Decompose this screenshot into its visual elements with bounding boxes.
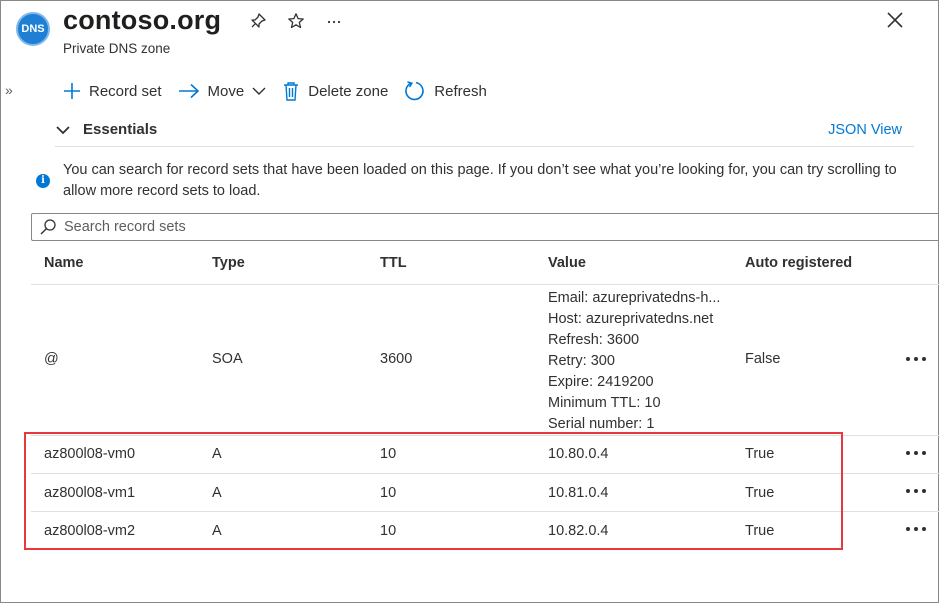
- soa-host: Host: azureprivatedns.net: [548, 311, 714, 327]
- record-value: 10.82.0.4: [548, 523, 609, 539]
- record-type: A: [212, 523, 222, 539]
- record-value: 10.80.0.4: [548, 446, 609, 462]
- record-name: az800l08-vm1: [44, 485, 136, 501]
- record-ttl: 3600: [380, 351, 413, 367]
- record-name: az800l08-vm0: [44, 446, 136, 462]
- record-auto-registered: True: [745, 485, 775, 501]
- record-name: az800l08-vm2: [44, 523, 136, 539]
- info-icon: i: [36, 174, 50, 188]
- column-header-name[interactable]: Name: [44, 255, 84, 271]
- add-record-set-button[interactable]: Record set: [63, 82, 162, 100]
- record-value: 10.81.0.4: [548, 485, 609, 501]
- row-divider: [31, 473, 939, 474]
- trash-icon: [284, 82, 299, 101]
- delete-zone-label: Delete zone: [308, 82, 389, 100]
- record-ttl: 10: [380, 523, 397, 539]
- move-button[interactable]: Move: [178, 83, 267, 100]
- essentials-label: Essentials: [83, 121, 158, 138]
- row-divider: [31, 511, 939, 512]
- json-view-link[interactable]: JSON View: [828, 122, 902, 138]
- page-title: contoso.org: [63, 5, 222, 35]
- refresh-label: Refresh: [434, 82, 487, 100]
- row-more-icon[interactable]: [903, 520, 929, 538]
- soa-minimum-ttl: Minimum TTL: 10: [548, 395, 661, 411]
- chevron-down-icon: [56, 125, 70, 134]
- record-ttl: 10: [380, 446, 397, 462]
- command-bar: Record set Move Delete zone Refresh: [63, 77, 503, 105]
- chevron-down-icon: [252, 87, 266, 95]
- search-input[interactable]: [62, 218, 922, 236]
- record-type: A: [212, 446, 222, 462]
- row-divider: [31, 435, 939, 436]
- record-type: SOA: [212, 351, 243, 367]
- pin-icon[interactable]: [246, 9, 270, 33]
- refresh-button[interactable]: Refresh: [404, 80, 487, 102]
- add-record-set-label: Record set: [89, 82, 162, 100]
- row-more-icon[interactable]: [903, 482, 929, 500]
- soa-email: Email: azureprivatedns-h...: [548, 290, 721, 306]
- plus-icon: [64, 83, 80, 99]
- column-header-type[interactable]: Type: [212, 255, 245, 271]
- refresh-icon: [405, 81, 425, 101]
- row-more-icon[interactable]: [903, 444, 929, 462]
- info-message: You can search for record sets that have…: [63, 162, 897, 199]
- record-value: Email: azureprivatedns-h... Host: azurep…: [548, 288, 720, 435]
- column-header-value[interactable]: Value: [548, 255, 586, 271]
- search-box: [31, 213, 939, 241]
- soa-refresh: Refresh: 3600: [548, 332, 640, 348]
- soa-serial-number: Serial number: 1: [548, 416, 655, 432]
- more-actions-icon[interactable]: [322, 9, 346, 33]
- essentials-toggle[interactable]: Essentials: [55, 121, 157, 138]
- soa-expire: Expire: 2419200: [548, 374, 654, 390]
- page-subtitle: Private DNS zone: [63, 41, 171, 56]
- record-name: @: [44, 351, 59, 367]
- record-auto-registered: True: [745, 446, 775, 462]
- header-divider: [31, 284, 939, 285]
- record-auto-registered: True: [745, 523, 775, 539]
- record-type: A: [212, 485, 222, 501]
- record-auto-registered: False: [745, 351, 781, 367]
- star-icon[interactable]: [284, 9, 308, 33]
- record-ttl: 10: [380, 485, 397, 501]
- arrow-right-icon: [178, 83, 199, 99]
- delete-zone-button[interactable]: Delete zone: [282, 81, 388, 101]
- soa-retry: Retry: 300: [548, 353, 615, 369]
- row-more-icon[interactable]: [903, 350, 929, 368]
- column-header-auto-registered[interactable]: Auto registered: [745, 255, 852, 271]
- expand-sidebar-icon[interactable]: »: [5, 82, 13, 98]
- move-label: Move: [207, 82, 245, 100]
- column-header-ttl[interactable]: TTL: [380, 255, 407, 271]
- dns-zone-logo: DNS: [16, 12, 50, 46]
- close-icon[interactable]: [884, 9, 908, 33]
- essentials-section: Essentials JSON View: [55, 115, 914, 147]
- search-icon: [40, 219, 56, 235]
